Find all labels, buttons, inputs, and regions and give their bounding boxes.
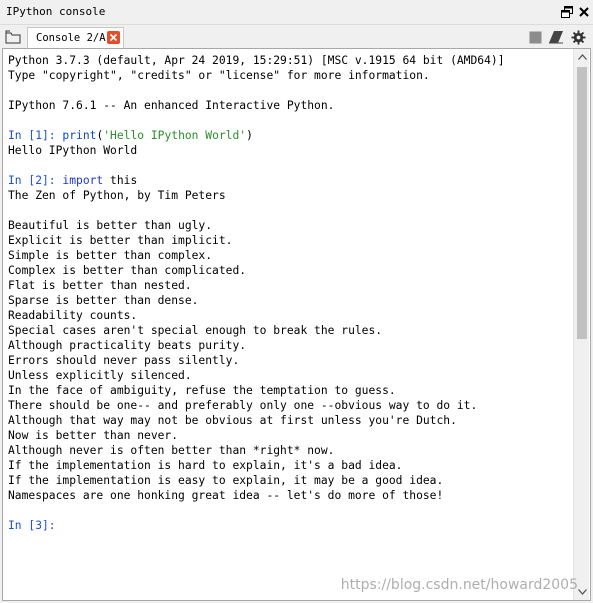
input-prompt: In [2]:: [8, 174, 63, 187]
output-line: Flat is better than nested.: [8, 279, 192, 292]
output-line: Readability counts.: [8, 309, 138, 322]
scroll-up-icon[interactable]: [574, 49, 590, 65]
output-line: Sparse is better than dense.: [8, 294, 199, 307]
output-line: There should be one-- and preferably onl…: [8, 399, 478, 412]
tab-close-icon[interactable]: [107, 31, 120, 44]
output-line: Hello IPython World: [8, 144, 138, 157]
output-line: Beautiful is better than ugly.: [8, 219, 213, 232]
console-tab-bar: Console 2/A: [0, 25, 593, 48]
output-line: Complex is better than complicated.: [8, 264, 247, 277]
console-text: Python 3.7.3 (default, Apr 24 2019, 15:2…: [8, 53, 568, 533]
output-line: If the implementation is hard to explain…: [8, 459, 403, 472]
tab-console-2a[interactable]: Console 2/A: [27, 27, 124, 48]
code-token: ): [246, 129, 253, 142]
input-prompt-line: In [2]: import this: [8, 173, 568, 188]
console-banner-line: [8, 83, 568, 98]
output-line: In the face of ambiguity, refuse the tem…: [8, 384, 396, 397]
output-line: Special cases aren't special enough to b…: [8, 324, 383, 337]
output-line: Errors should never pass silently.: [8, 354, 240, 367]
output-line: Although that way may not be obvious at …: [8, 414, 457, 427]
input-prompt: In [1]:: [8, 129, 63, 142]
input-prompt-line: In [1]: print('Hello IPython World'): [8, 128, 568, 143]
console-banner-line: Type "copyright", "credits" or "license"…: [8, 69, 430, 82]
output-line: If the implementation is easy to explain…: [8, 474, 444, 487]
output-line: Simple is better than complex.: [8, 249, 213, 262]
scrollbar-thumb[interactable]: [577, 67, 587, 339]
console-banner-line: Python 3.7.3 (default, Apr 24 2019, 15:2…: [8, 54, 505, 67]
output-line: Now is better than never.: [8, 429, 179, 442]
close-pane-icon[interactable]: [576, 4, 592, 20]
watermark: https://blog.csdn.net/howard2005: [340, 577, 578, 593]
code-token: import: [62, 174, 104, 187]
input-prompt-line[interactable]: In [3]:: [8, 518, 568, 533]
output-line: The Zen of Python, by Tim Peters: [8, 189, 226, 202]
code-token: 'Hello IPython World': [103, 129, 247, 142]
console-banner-line: IPython 7.6.1 -- An enhanced Interactive…: [8, 99, 335, 112]
pane-title: IPython console: [6, 5, 106, 18]
gear-icon[interactable]: [570, 29, 586, 45]
output-line: Namespaces are one honking great idea --…: [8, 489, 444, 502]
code-token: print: [62, 129, 97, 142]
output-line: Explicit is better than implicit.: [8, 234, 233, 247]
output-line: Unless explicitly silenced.: [8, 369, 192, 382]
undock-icon[interactable]: [559, 4, 575, 20]
vertical-scrollbar[interactable]: [573, 49, 589, 600]
output-line: Although practicality beats purity.: [8, 339, 247, 352]
stop-icon[interactable]: [527, 29, 543, 45]
eraser-icon[interactable]: [548, 29, 564, 45]
output-line: Although never is often better than *rig…: [8, 444, 335, 457]
console-output-area[interactable]: Python 3.7.3 (default, Apr 24 2019, 15:2…: [2, 48, 591, 601]
tab-label: Console 2/A: [36, 32, 106, 44]
browse-tabs-icon[interactable]: [3, 28, 23, 46]
pane-title-bar: IPython console: [0, 0, 593, 25]
input-prompt: In [3]:: [8, 519, 63, 532]
code-token: this: [103, 174, 138, 187]
